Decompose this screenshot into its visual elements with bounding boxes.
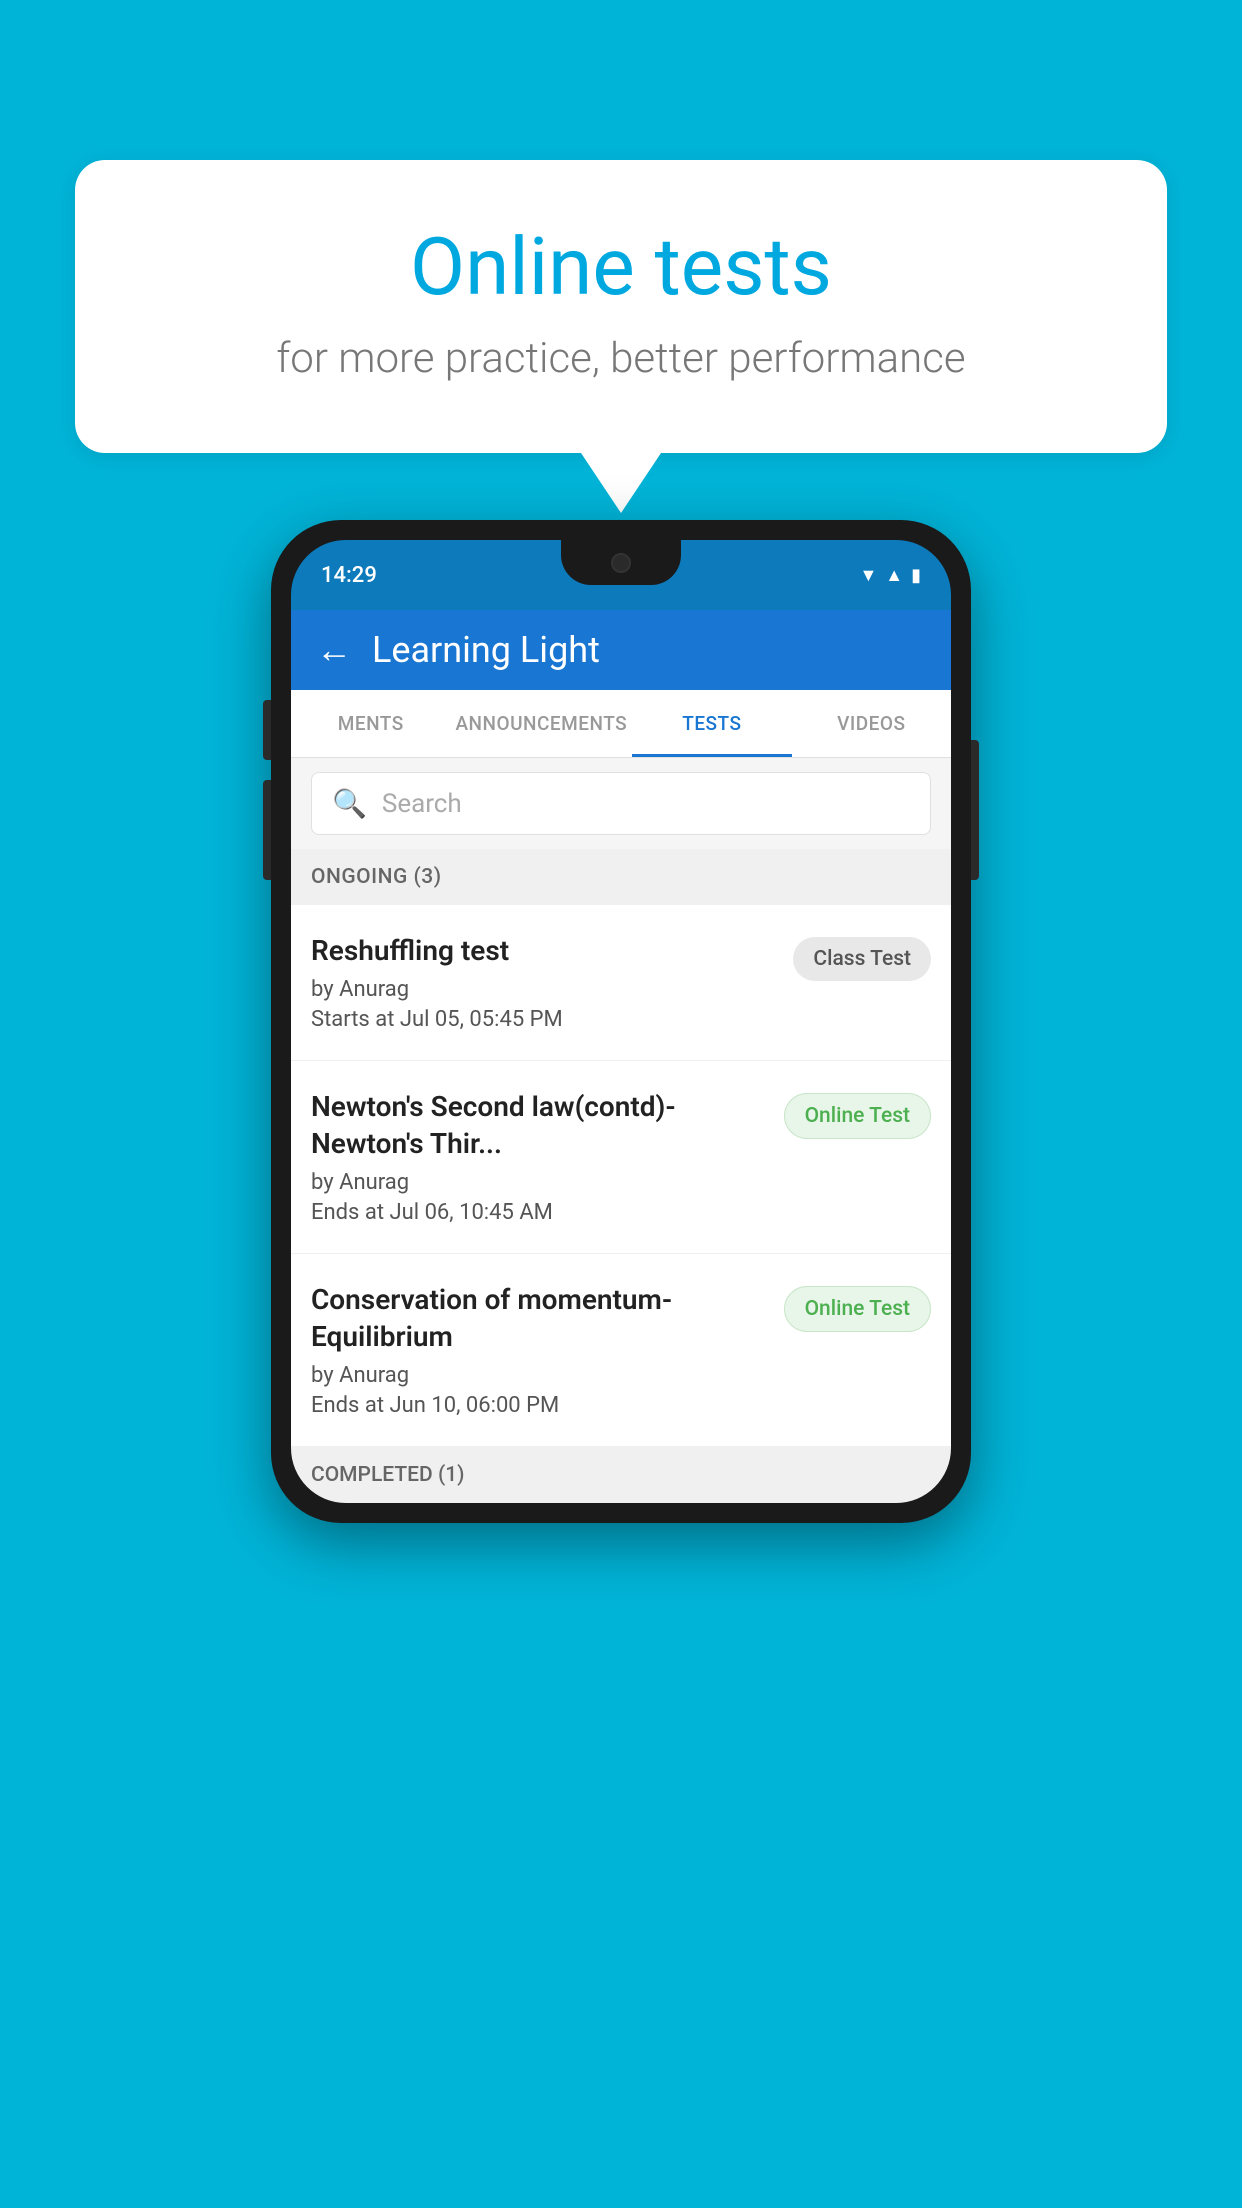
status-bar: 14:29 ▼ ▲ ▮ [291, 540, 951, 610]
battery-icon: ▮ [911, 565, 921, 586]
test-info-0: Reshuffling test by Anurag Starts at Jul… [311, 933, 778, 1032]
tab-tests[interactable]: TESTS [632, 690, 791, 757]
app-header: ← Learning Light [291, 610, 951, 690]
speech-bubble: Online tests for more practice, better p… [75, 160, 1167, 453]
back-button[interactable]: ← [316, 629, 352, 671]
test-info-1: Newton's Second law(contd)-Newton's Thir… [311, 1089, 769, 1225]
status-time: 14:29 [321, 563, 377, 588]
test-name-0: Reshuffling test [311, 933, 778, 969]
test-item-0[interactable]: Reshuffling test by Anurag Starts at Jul… [291, 905, 951, 1061]
test-item-2[interactable]: Conservation of momentum-Equilibrium by … [291, 1254, 951, 1447]
test-badge-1: Online Test [784, 1093, 931, 1139]
phone-notch [561, 540, 681, 585]
phone-container: 14:29 ▼ ▲ ▮ ← Learning Light MENTS [271, 520, 971, 1523]
completed-section-header: COMPLETED (1) [291, 1447, 951, 1503]
search-placeholder: Search [382, 789, 462, 819]
camera-lens [611, 553, 631, 573]
speech-bubble-container: Online tests for more practice, better p… [75, 160, 1167, 513]
speech-bubble-subtitle: for more practice, better performance [145, 334, 1097, 383]
signal-icon: ▲ [885, 565, 903, 586]
test-name-2: Conservation of momentum-Equilibrium [311, 1282, 769, 1355]
test-list: Reshuffling test by Anurag Starts at Jul… [291, 905, 951, 1447]
search-container: 🔍 Search [291, 758, 951, 849]
search-icon: 🔍 [332, 787, 367, 820]
speech-bubble-tail [581, 453, 661, 513]
test-author-1: by Anurag [311, 1170, 769, 1195]
tab-announcements[interactable]: ANNOUNCEMENTS [450, 690, 632, 757]
tabs-bar: MENTS ANNOUNCEMENTS TESTS VIDEOS [291, 690, 951, 758]
search-box[interactable]: 🔍 Search [311, 772, 931, 835]
test-date-2: Ends at Jun 10, 06:00 PM [311, 1393, 769, 1418]
tab-videos[interactable]: VIDEOS [792, 690, 951, 757]
phone-screen: 14:29 ▼ ▲ ▮ ← Learning Light MENTS [291, 540, 951, 1503]
tab-ments[interactable]: MENTS [291, 690, 450, 757]
test-date-1: Ends at Jul 06, 10:45 AM [311, 1200, 769, 1225]
test-name-1: Newton's Second law(contd)-Newton's Thir… [311, 1089, 769, 1162]
test-author-0: by Anurag [311, 977, 778, 1002]
test-author-2: by Anurag [311, 1363, 769, 1388]
test-item-1[interactable]: Newton's Second law(contd)-Newton's Thir… [291, 1061, 951, 1254]
status-icons: ▼ ▲ ▮ [859, 565, 921, 586]
phone-frame: 14:29 ▼ ▲ ▮ ← Learning Light MENTS [271, 520, 971, 1523]
test-date-0: Starts at Jul 05, 05:45 PM [311, 1007, 778, 1032]
test-badge-0: Class Test [793, 937, 931, 981]
ongoing-section-header: ONGOING (3) [291, 849, 951, 905]
test-badge-2: Online Test [784, 1286, 931, 1332]
app-title: Learning Light [372, 629, 600, 671]
phone-button-volume-down [263, 780, 271, 880]
phone-button-power [971, 740, 979, 880]
test-info-2: Conservation of momentum-Equilibrium by … [311, 1282, 769, 1418]
speech-bubble-title: Online tests [145, 220, 1097, 314]
phone-button-volume-up [263, 700, 271, 760]
wifi-icon: ▼ [859, 565, 877, 586]
